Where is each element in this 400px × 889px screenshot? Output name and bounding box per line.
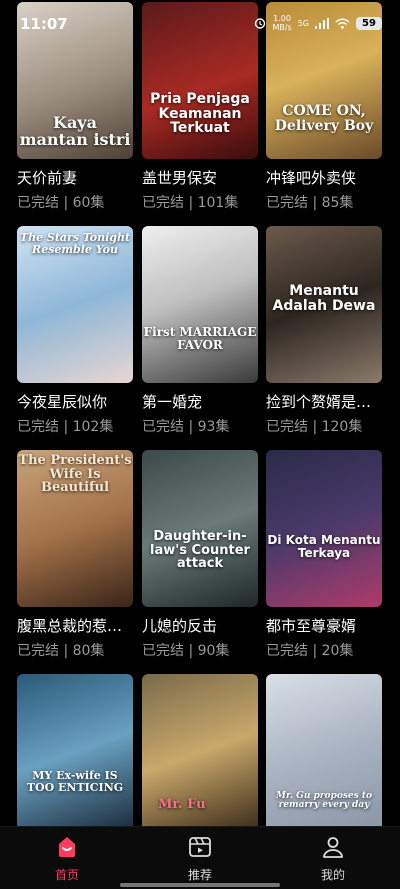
nav-tab-home[interactable]: 首页: [27, 835, 107, 883]
poster-title-art: Kaya mantan istri: [19, 113, 131, 150]
poster-title-art: Mr. Fu: [158, 797, 206, 812]
alarm-icon: [255, 18, 266, 29]
poster-title-art: COME ON, Delivery Boy: [274, 103, 374, 134]
drama-poster[interactable]: MY Ex-wife IS TOO ENTICING: [17, 674, 133, 831]
status-indicators: 1.00 MB/s 5G 59: [254, 14, 382, 32]
drama-title[interactable]: 儿媳的反击: [142, 615, 258, 636]
home-indicator[interactable]: [120, 883, 280, 887]
drama-title[interactable]: 第一婚宠: [142, 391, 258, 412]
drama-meta: 已完结 | 120集: [266, 419, 363, 435]
drama-poster[interactable]: Mr. Fu: [142, 674, 258, 831]
nav-tab-profile[interactable]: 我的: [293, 835, 373, 883]
poster-title-art: First MARRIAGE FAVOR: [143, 325, 257, 352]
drama-meta: 已完结 | 60集: [17, 195, 105, 211]
drama-meta: 已完结 | 93集: [142, 419, 230, 435]
poster-title-art: Mr. Gu proposes to remarry every day: [276, 791, 372, 811]
poster-title-art: Menantu Adalah Dewa: [272, 283, 376, 314]
poster-title-art: Pria Penjaga Keamanan Terkuat: [150, 91, 250, 137]
network-speed-unit: MB/s: [272, 23, 292, 32]
drama-title[interactable]: 冲锋吧外卖侠: [266, 167, 382, 188]
drama-meta: 已完结 | 80集: [17, 643, 105, 659]
drama-poster[interactable]: Di Kota Menantu Terkaya: [266, 450, 382, 607]
user-icon: [323, 837, 343, 858]
network-speed: 1.00 MB/s: [272, 14, 291, 32]
drama-card[interactable]: First MARRIAGE FAVOR 第一婚宠 已完结 | 93集: [142, 226, 258, 436]
drama-title[interactable]: 天价前妻: [17, 167, 133, 188]
poster-title-art: The President's Wife Is Beautiful: [18, 453, 132, 496]
drama-card[interactable]: Daughter-in-law's Counter attack 儿媳的反击 已…: [142, 450, 258, 660]
drama-title[interactable]: 都市至尊豪婿: [266, 615, 382, 636]
poster-title-art: MY Ex-wife IS TOO ENTICING: [26, 769, 124, 794]
drama-meta: 已完结 | 102集: [17, 419, 114, 435]
poster-title-art: The Stars Tonight Resemble You: [19, 231, 131, 256]
drama-poster[interactable]: Daughter-in-law's Counter attack: [142, 450, 258, 607]
drama-card[interactable]: Mr. Gu proposes to remarry every day: [266, 674, 382, 831]
drama-meta: 已完结 | 101集: [142, 195, 239, 211]
wifi-icon: [335, 17, 350, 29]
signal-icon: [315, 17, 329, 29]
drama-card[interactable]: Di Kota Menantu Terkaya 都市至尊豪婿 已完结 | 20集: [266, 450, 382, 660]
signal-label: 5G: [297, 18, 309, 28]
poster-title-art: Daughter-in-law's Counter attack: [150, 529, 250, 572]
drama-title[interactable]: 腹黑总裁的惹…: [17, 615, 133, 636]
battery-indicator: 59: [356, 16, 382, 30]
drama-title[interactable]: 今夜星辰似你: [17, 391, 133, 412]
drama-meta: 已完结 | 85集: [266, 195, 354, 211]
drama-poster[interactable]: The Stars Tonight Resemble You: [17, 226, 133, 383]
drama-meta: 已完结 | 20集: [266, 643, 354, 659]
drama-poster[interactable]: Mr. Gu proposes to remarry every day: [266, 674, 382, 831]
clapperboard-icon: [189, 837, 211, 857]
nav-label-home: 首页: [54, 868, 79, 882]
drama-poster[interactable]: Menantu Adalah Dewa: [266, 226, 382, 383]
poster-title-art: Di Kota Menantu Terkaya: [267, 533, 381, 560]
nav-label-recommend: 推荐: [187, 868, 212, 882]
drama-card[interactable]: The President's Wife Is Beautiful 腹黑总裁的惹…: [17, 450, 133, 660]
drama-card[interactable]: Menantu Adalah Dewa 捡到个赘婿是… 已完结 | 120集: [266, 226, 382, 436]
drama-card[interactable]: MY Ex-wife IS TOO ENTICING: [17, 674, 133, 831]
drama-meta: 已完结 | 90集: [142, 643, 230, 659]
nav-tab-recommend[interactable]: 推荐: [160, 835, 240, 883]
bottom-nav: 首页 推荐 我的: [0, 826, 400, 889]
drama-poster[interactable]: The President's Wife Is Beautiful: [17, 450, 133, 607]
status-time: 11:07: [20, 15, 68, 33]
drama-poster[interactable]: First MARRIAGE FAVOR: [142, 226, 258, 383]
drama-title[interactable]: 盖世男保安: [142, 167, 258, 188]
drama-title[interactable]: 捡到个赘婿是…: [266, 391, 382, 412]
home-icon: [59, 837, 75, 857]
network-speed-value: 1.00: [273, 14, 291, 23]
status-bar: 11:07 1.00 MB/s 5G 59: [0, 0, 400, 44]
nav-label-profile: 我的: [320, 868, 345, 882]
drama-card[interactable]: Mr. Fu: [142, 674, 258, 831]
drama-card[interactable]: The Stars Tonight Resemble You 今夜星辰似你 已完…: [17, 226, 133, 436]
